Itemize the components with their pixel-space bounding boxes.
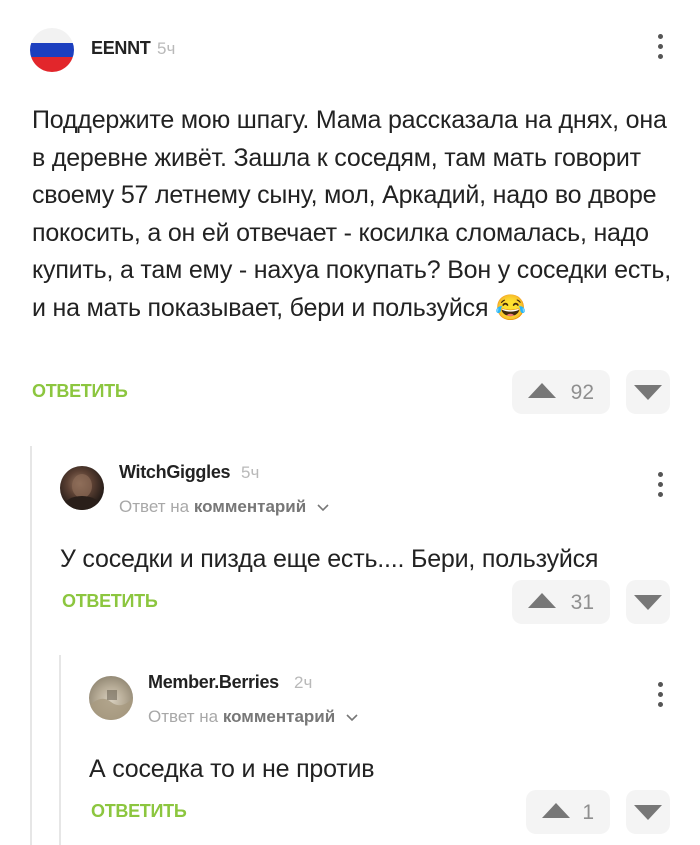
reply-to-link[interactable]: Ответ на комментарий [148,707,358,727]
vote-count: 1 [582,801,594,824]
upvote-button[interactable]: 1 [526,790,610,834]
vote-count: 92 [570,381,594,404]
thread-line[interactable] [59,655,61,845]
avatar[interactable] [89,676,133,720]
downvote-button[interactable] [626,370,670,414]
upvote-arrow-icon [542,803,570,818]
comment-text: А соседка то и не против [89,755,375,783]
thread-line[interactable] [30,446,32,845]
comment-author[interactable]: EENNT [91,38,151,59]
kebab-menu-icon[interactable] [654,472,666,502]
upvote-button[interactable]: 92 [512,370,610,414]
comment-time: 5ч [241,463,260,482]
portrait-icon [64,474,100,510]
upvote-button[interactable]: 31 [512,580,610,624]
comment-author[interactable]: Member.Berries [148,672,279,693]
comment-author[interactable]: WitchGiggles [119,462,231,483]
upvote-arrow-icon [528,383,556,398]
russian-flag-icon [30,28,74,72]
comment-text: У соседки и пизда еще есть.... Бери, пол… [60,545,599,573]
downvote-button[interactable] [626,790,670,834]
landscape-icon [89,690,133,720]
chevron-down-icon[interactable] [346,713,358,722]
reply-to-prefix: Ответ на [148,707,219,726]
reply-to-prefix: Ответ на [119,497,190,516]
reply-to-target[interactable]: комментарий [223,707,335,726]
comment-time: 2ч [294,673,313,692]
comment-time: 5ч [157,39,176,58]
reply-button[interactable]: ОТВЕТИТЬ [32,381,128,402]
reply-to-target[interactable]: комментарий [194,497,306,516]
reply-to-link[interactable]: Ответ на комментарий [119,497,329,517]
reply-button[interactable]: ОТВЕТИТЬ [91,801,187,822]
comment-text: Поддержите мою шпагу. Мама рассказала на… [32,102,672,327]
avatar[interactable] [30,28,74,72]
downvote-arrow-icon [634,595,662,610]
laughing-emoji-icon: 😂 [495,293,527,322]
downvote-arrow-icon [634,385,662,400]
vote-count: 31 [570,591,594,614]
upvote-arrow-icon [528,593,556,608]
downvote-button[interactable] [626,580,670,624]
comment-body: Поддержите мою шпагу. Мама рассказала на… [32,106,671,322]
comment-eennt: EENNT 5ч Поддержите мою шпагу. Мама расс… [0,0,700,420]
downvote-arrow-icon [634,805,662,820]
avatar[interactable] [60,466,104,510]
chevron-down-icon[interactable] [317,503,329,512]
reply-button[interactable]: ОТВЕТИТЬ [62,591,158,612]
kebab-menu-icon[interactable] [654,682,666,712]
kebab-menu-icon[interactable] [654,34,666,64]
